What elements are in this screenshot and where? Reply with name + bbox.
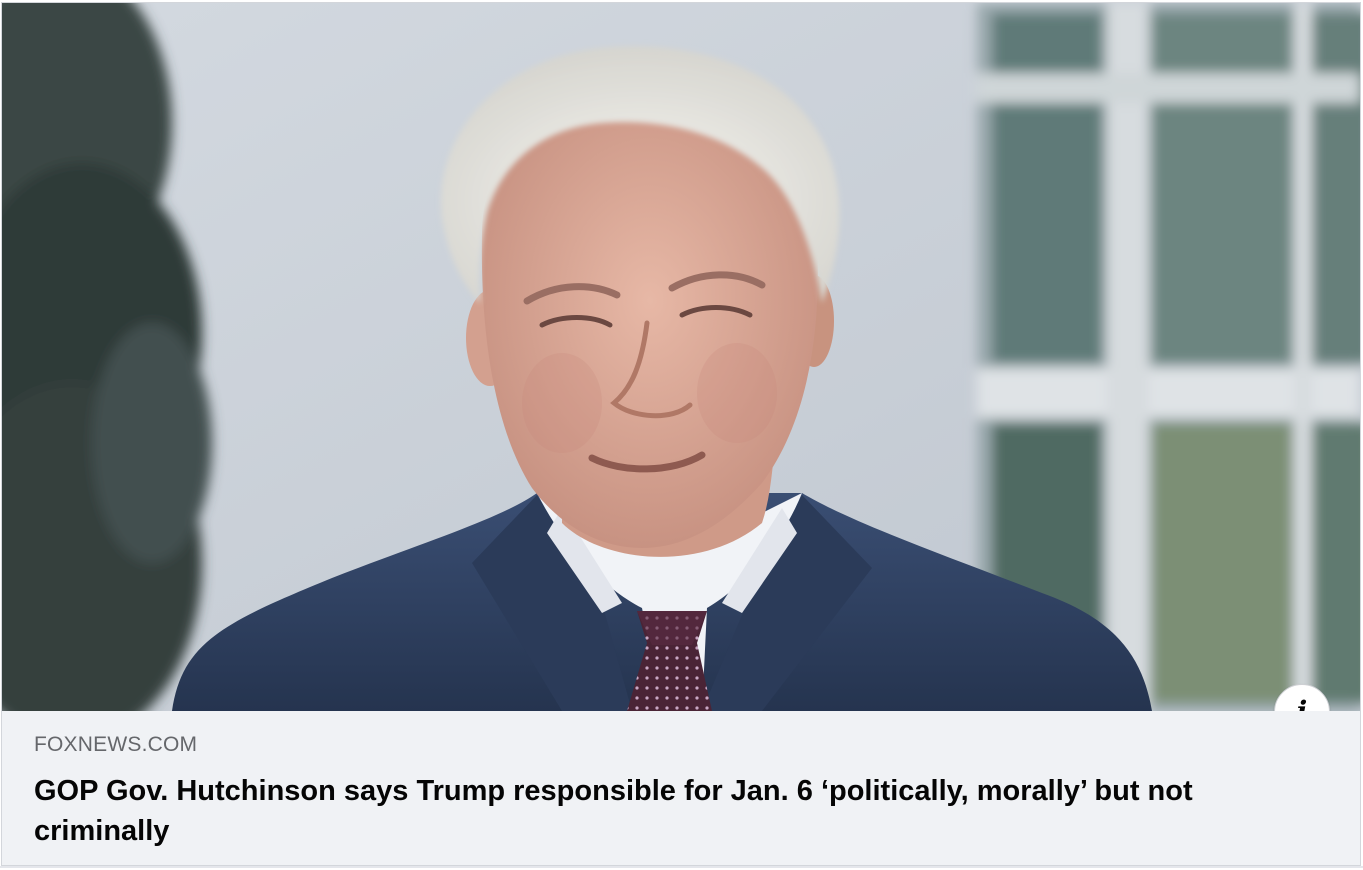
divider (0, 866, 1363, 868)
source-domain: FOXNEWS.COM (34, 733, 198, 756)
link-caption[interactable]: FOXNEWS.COM GOP Gov. Hutchinson says Tru… (2, 711, 1360, 865)
article-headline[interactable]: GOP Gov. Hutchinson says Trump responsib… (34, 771, 1294, 851)
article-image[interactable] (2, 3, 1360, 711)
link-preview-card[interactable]: i FOXNEWS.COM GOP Gov. Hutchinson says T… (1, 2, 1361, 866)
